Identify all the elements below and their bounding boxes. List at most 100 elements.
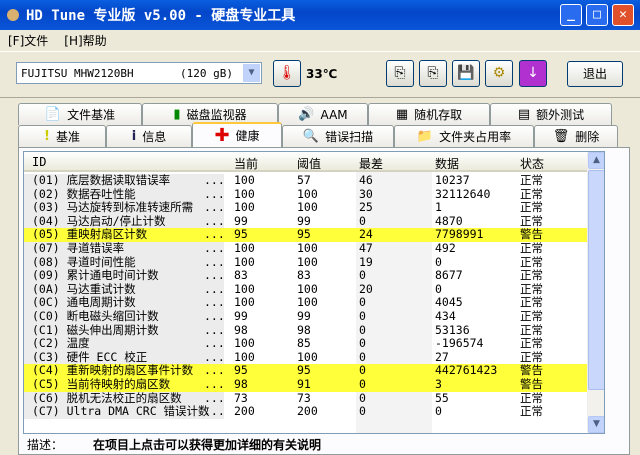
menu-file[interactable]: [F]文件	[8, 32, 48, 49]
tab-aam[interactable]: 🔊 AAM	[278, 103, 368, 125]
table-row[interactable]: (0A) 马达重试计数 100 100 20 0 正常...	[24, 281, 589, 297]
tab-erase[interactable]: 🗑 删除	[534, 125, 618, 147]
table-row[interactable]: (C0) 断电磁头缩回计数 99 99 0 434 正常...	[24, 309, 589, 324]
ellipsis: ...	[204, 213, 225, 228]
tab-info[interactable]: i 信息	[106, 125, 192, 147]
worst-value: 47	[359, 241, 373, 255]
table-row[interactable]: (C4) 重新映射的扇区事件计数 95 95 0 442761423 警告...	[24, 364, 589, 378]
copy-screenshot-button[interactable]: ⎘	[419, 60, 447, 87]
worst-value: 0	[359, 390, 366, 405]
tab-extra-tests[interactable]: ▤ 额外测试	[490, 103, 612, 125]
threshold-value: 100	[297, 295, 318, 310]
col-current[interactable]: 当前	[234, 155, 258, 172]
copy-text-button[interactable]: ⎘	[386, 60, 414, 87]
table-row[interactable]: (02) 数据吞吐性能 100 100 30 32112640 正常...	[24, 186, 589, 202]
status: 正常	[520, 295, 543, 310]
menu-help[interactable]: [H]帮助	[64, 32, 106, 49]
table-row[interactable]: (07) 寻道错误率 100 100 47 492 正常...	[24, 241, 589, 256]
status: 正常	[520, 268, 543, 283]
table-row[interactable]: (C6) 脱机无法校正的扇区数 73 73 0 55 正常...	[24, 390, 589, 406]
table-row[interactable]: (08) 寻道时间性能 100 100 19 0 正常...	[24, 254, 589, 270]
threshold-value: 100	[297, 281, 318, 296]
vertical-scrollbar[interactable]: ▲ ▼	[587, 152, 604, 433]
col-worst[interactable]: 最差	[359, 155, 383, 172]
worst-value: 0	[359, 309, 366, 323]
col-id[interactable]: ID	[32, 155, 46, 169]
window-title: HD Tune 专业版 v5.00 - 硬盘专业工具	[26, 8, 296, 24]
table-row[interactable]: (04) 马达启动/停止计数 99 99 0 4870 正常...	[24, 213, 589, 229]
tab-error-scan[interactable]: 🔍 错误扫描	[282, 125, 394, 147]
current-value: 95	[234, 363, 248, 378]
worst-value: 30	[359, 186, 373, 201]
worst-value: 19	[359, 254, 373, 269]
attribute-name: (04) 马达启动/停止计数	[24, 214, 224, 229]
random-access-icon: ▦	[395, 107, 409, 122]
table-row[interactable]: (01) 底层数据读取错误率 100 57 46 10237 正常...	[24, 173, 589, 188]
attribute-name: (C1) 磁头伸出周期计数	[24, 323, 224, 338]
tab-label: 健康	[235, 129, 260, 143]
table-row[interactable]: (05) 重映射扇区计数 95 95 24 7798991 警告...	[24, 228, 589, 242]
table-row[interactable]: (C2) 温度 100 85 0 -196574 正常...	[24, 337, 589, 351]
table-row[interactable]: (C7) Ultra DMA CRC 错误计数 200 200 0 0 正常...	[24, 405, 589, 419]
table-row[interactable]: (C1) 磁头伸出周期计数 98 98 0 53136 正常...	[24, 322, 589, 338]
threshold-value: 95	[297, 363, 311, 378]
worst-value: 0	[359, 295, 366, 310]
tab-row-top: 📄 文件基准 ▮ 磁盘监视器 🔊 AAM ▦ 随机存取 ▤ 额外测试	[18, 103, 612, 125]
tab-label: 随机存取	[414, 108, 463, 122]
options-button[interactable]: ⚙	[485, 60, 513, 87]
extra-tests-icon: ▤	[517, 107, 531, 122]
drive-select[interactable]: FUJITSU MHW2120BH (120 gB) ▼	[16, 62, 262, 84]
current-value: 99	[234, 213, 248, 228]
col-threshold[interactable]: 阈值	[297, 155, 321, 172]
scroll-thumb[interactable]	[588, 170, 604, 390]
table-row[interactable]: (C5) 当前待映射的扇区数 98 91 0 3 警告...	[24, 377, 589, 392]
col-status[interactable]: 状态	[520, 155, 544, 172]
ellipsis: ...	[204, 200, 225, 215]
table-row[interactable]: (09) 累计通电时间计数 83 83 0 8677 正常...	[24, 269, 589, 283]
threshold-value: 57	[297, 173, 311, 187]
tab-file-benchmark[interactable]: 📄 文件基准	[18, 103, 142, 125]
attribute-name: (01) 底层数据读取错误率	[24, 173, 224, 188]
ellipsis: ...	[204, 173, 225, 187]
status: 警告	[520, 363, 543, 378]
tab-health[interactable]: ✚ 健康	[192, 122, 282, 147]
tab-label: 删除	[575, 130, 600, 144]
status: 正常	[520, 309, 543, 323]
current-value: 100	[234, 281, 255, 296]
ellipsis: ...	[204, 390, 225, 405]
chevron-down-icon[interactable]: ▼	[243, 64, 260, 82]
table-row[interactable]: (C3) 硬件 ECC 校正 100 100 0 27 正常...	[24, 349, 589, 365]
attribute-name: (C0) 断电磁头缩回计数	[24, 309, 224, 324]
raw-data: 1	[435, 200, 442, 215]
minimize-button[interactable]: _	[560, 4, 582, 26]
current-value: 100	[234, 254, 255, 269]
worst-value: 0	[359, 322, 366, 337]
ellipsis: ...	[204, 377, 225, 391]
current-value: 100	[234, 200, 255, 215]
current-value: 200	[234, 404, 255, 419]
tab-benchmark[interactable]: ! 基准	[18, 125, 106, 147]
table-row[interactable]: (0C) 通电周期计数 100 100 0 4045 正常...	[24, 296, 589, 310]
file-benchmark-icon: 📄	[44, 107, 62, 122]
col-data[interactable]: 数据	[435, 155, 459, 172]
maximize-button[interactable]: □	[586, 4, 608, 26]
worst-value: 0	[359, 268, 366, 283]
attribute-name: (03) 马达旋转到标准转速所需	[24, 201, 224, 215]
tab-label: 错误扫描	[325, 130, 374, 144]
save-icon[interactable]: 💾	[452, 60, 480, 87]
attribute-name: (C2) 温度	[24, 337, 224, 351]
scroll-down-button[interactable]: ▼	[588, 416, 604, 433]
download-arrow-button[interactable]: ↓	[519, 60, 547, 87]
tab-random-access[interactable]: ▦ 随机存取	[368, 103, 490, 125]
threshold-value: 100	[297, 349, 318, 364]
close-button[interactable]: ✕	[612, 4, 634, 26]
current-value: 98	[234, 377, 248, 391]
exit-button[interactable]: 退出	[567, 61, 623, 87]
status: 警告	[520, 377, 543, 391]
tab-label: 额外测试	[536, 108, 585, 122]
red-cross-icon: ✚	[214, 125, 230, 146]
scroll-up-button[interactable]: ▲	[588, 152, 604, 169]
threshold-value: 95	[297, 227, 311, 242]
table-row[interactable]: (03) 马达旋转到标准转速所需 100 100 25 1 正常...	[24, 201, 589, 215]
tab-folder-usage[interactable]: 📁 文件夹占用率	[394, 125, 534, 147]
